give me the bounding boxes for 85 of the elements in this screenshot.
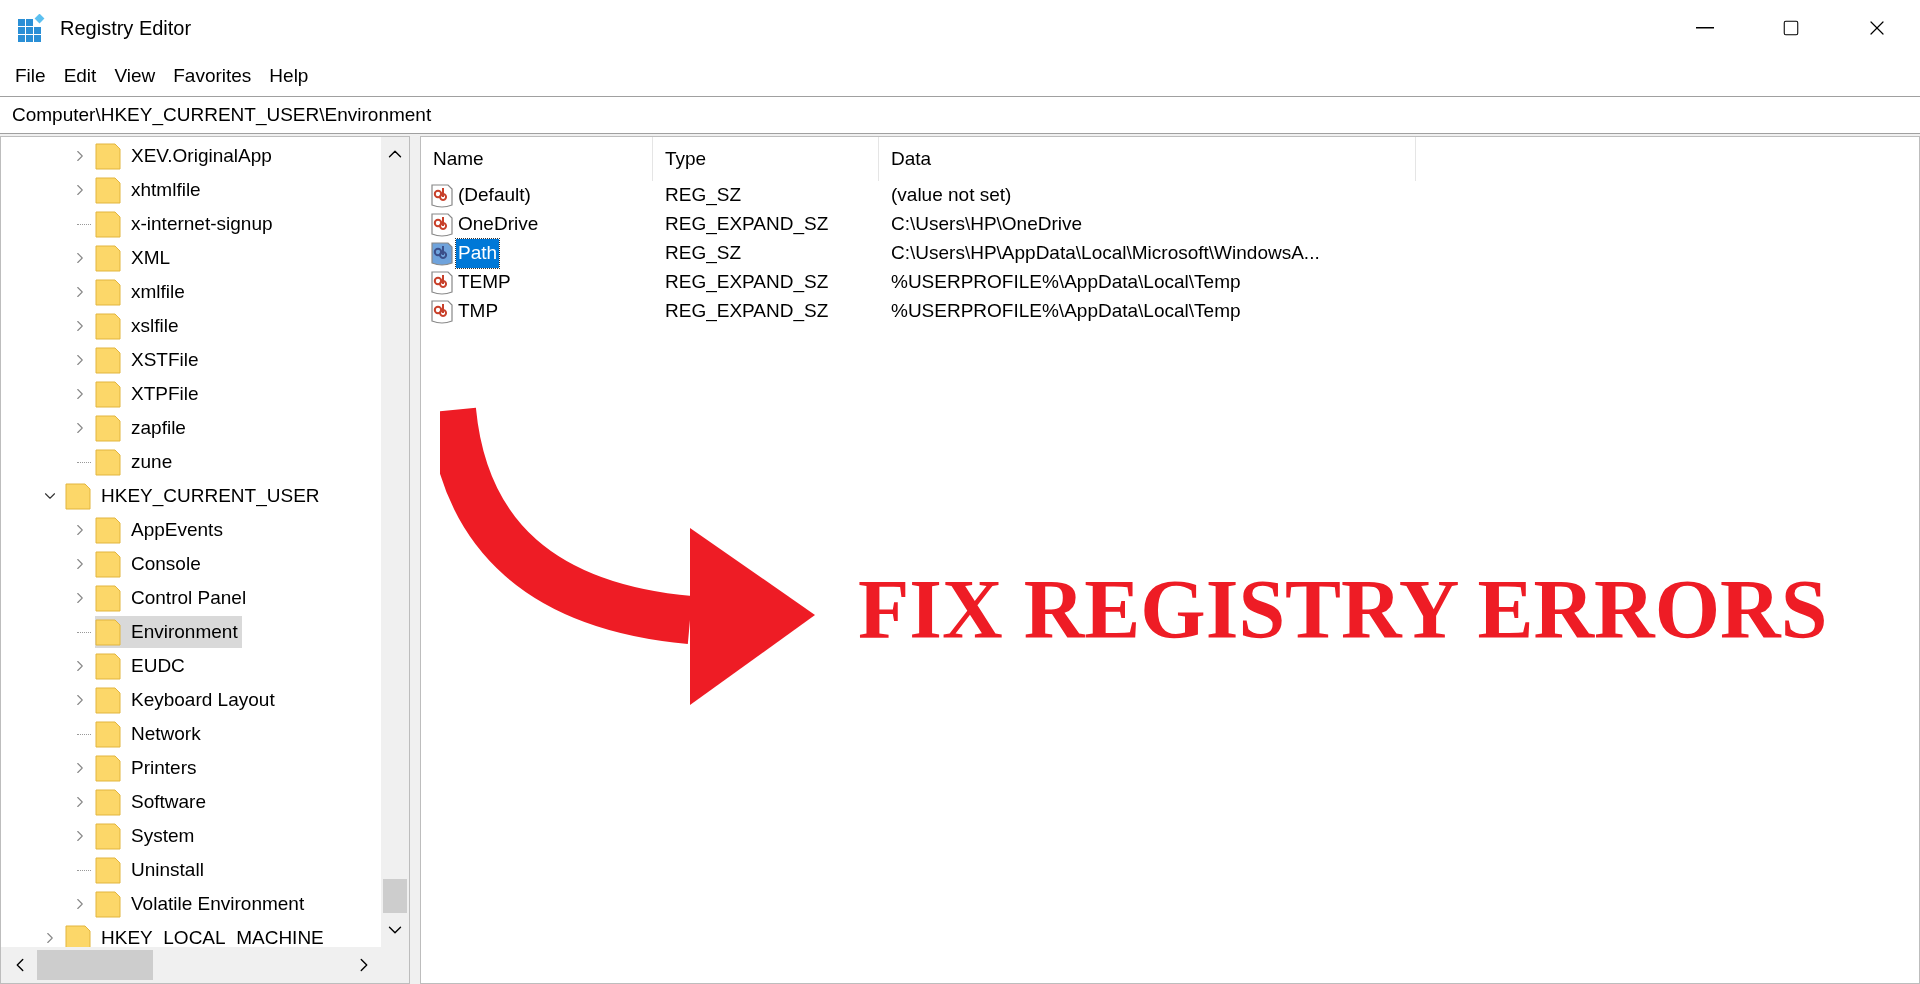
menu-item[interactable]: Edit: [54, 61, 106, 91]
tree-item[interactable]: Uninstall: [95, 854, 208, 886]
tree-item[interactable]: Network: [95, 718, 205, 750]
tree-item[interactable]: HKEY_LOCAL_MACHINE: [65, 922, 328, 947]
tree-item[interactable]: XML: [95, 242, 175, 274]
tree-item[interactable]: System: [95, 820, 199, 852]
menu-item[interactable]: Favorites: [164, 61, 261, 91]
folder-icon: [95, 822, 121, 850]
maximize-icon: [1782, 19, 1800, 37]
tree-item[interactable]: Printers: [95, 752, 201, 784]
folder-icon: [95, 686, 121, 714]
address-field[interactable]: Computer\HKEY_CURRENT_USER\Environment: [12, 100, 432, 130]
tree-item[interactable]: Volatile Environment: [95, 888, 309, 920]
value-type: REG_EXPAND_SZ: [664, 299, 830, 324]
value-type: REG_EXPAND_SZ: [664, 212, 830, 237]
tree-item[interactable]: Environment: [95, 616, 242, 648]
menu-item[interactable]: View: [105, 61, 165, 91]
string-value-icon: [430, 182, 454, 209]
folder-icon: [95, 890, 121, 918]
tree-item[interactable]: Software: [95, 786, 210, 818]
value-name[interactable]: OneDrive: [456, 210, 541, 239]
app-icon: [16, 14, 46, 42]
folder-icon: [95, 142, 121, 170]
value-type: REG_SZ: [664, 183, 743, 208]
folder-icon: [95, 788, 121, 816]
string-value-icon: [430, 211, 454, 238]
scrollbar-thumb[interactable]: [37, 950, 153, 980]
folder-icon: [95, 176, 121, 204]
tree-item[interactable]: AppEvents: [95, 514, 227, 546]
value-name[interactable]: (Default): [456, 181, 533, 210]
tree-item[interactable]: zapfile: [95, 412, 190, 444]
vertical-scrollbar[interactable]: [381, 137, 409, 947]
folder-icon: [95, 380, 121, 408]
tree-item[interactable]: EUDC: [95, 650, 189, 682]
folder-icon: [95, 584, 121, 612]
column-header[interactable]: Type: [653, 137, 879, 181]
column-header[interactable]: Name: [421, 137, 653, 181]
window-title: Registry Editor: [60, 16, 192, 41]
folder-icon: [95, 754, 121, 782]
tree-item[interactable]: XTPFile: [95, 378, 203, 410]
value-name[interactable]: TMP: [456, 297, 501, 326]
string-value-icon: [430, 240, 454, 267]
folder-icon: [95, 856, 121, 884]
menu-item[interactable]: File: [6, 61, 55, 91]
tree-item[interactable]: zune: [95, 446, 177, 478]
tree-item[interactable]: Keyboard Layout: [95, 684, 279, 716]
tree-item[interactable]: x-internet-signup: [95, 208, 277, 240]
tree-item[interactable]: Console: [95, 548, 205, 580]
folder-icon: [95, 652, 121, 680]
value-data: %USERPROFILE%\AppData\Local\Temp: [890, 299, 1242, 324]
value-data: C:\Users\HP\OneDrive: [890, 212, 1084, 237]
value-data: C:\Users\HP\AppData\Local\Microsoft\WindowsA...: [890, 241, 1321, 266]
folder-icon: [95, 346, 121, 374]
folder-icon: [65, 482, 91, 510]
folder-icon: [95, 618, 121, 646]
scrollbar-thumb[interactable]: [383, 879, 407, 913]
tree-item[interactable]: XEV.OriginalApp: [95, 140, 276, 172]
headline: FIX REGISTRY ERRORS: [858, 568, 1828, 652]
folder-icon: [95, 244, 121, 272]
tree-item[interactable]: HKEY_CURRENT_USER: [65, 480, 324, 512]
folder-icon: [95, 448, 121, 476]
menu-item[interactable]: Help: [260, 61, 318, 91]
value-type: REG_SZ: [664, 241, 743, 266]
value-type: REG_EXPAND_SZ: [664, 270, 830, 295]
folder-icon: [95, 550, 121, 578]
string-value-icon: [430, 298, 454, 325]
folder-icon: [95, 210, 121, 238]
column-header[interactable]: Data: [879, 137, 1416, 181]
folder-icon: [95, 278, 121, 306]
folder-icon: [95, 414, 121, 442]
tree-item[interactable]: XSTFile: [95, 344, 203, 376]
tree-item[interactable]: Control Panel: [95, 582, 251, 614]
value-data: (value not set): [890, 183, 1013, 208]
string-value-icon: [430, 269, 454, 296]
folder-icon: [95, 312, 121, 340]
value-name[interactable]: Path: [456, 239, 500, 268]
minimize-icon: [1696, 27, 1714, 29]
horizontal-scrollbar[interactable]: [1, 947, 409, 983]
folder-icon: [95, 516, 121, 544]
value-name[interactable]: TEMP: [456, 268, 513, 297]
tree-item[interactable]: xhtmlfile: [95, 174, 205, 206]
folder-icon: [95, 720, 121, 748]
tree-item[interactable]: xmlfile: [95, 276, 189, 308]
tree-item[interactable]: xslfile: [95, 310, 183, 342]
value-data: %USERPROFILE%\AppData\Local\Temp: [890, 270, 1242, 295]
